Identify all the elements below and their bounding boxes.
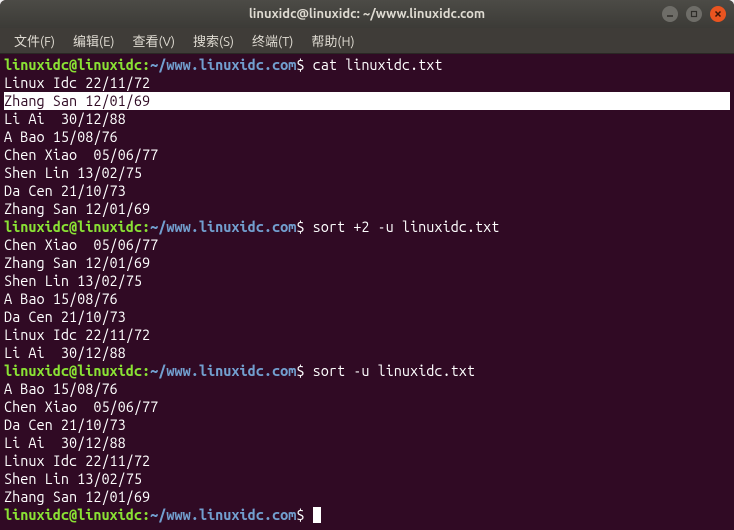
output-line: Linux Idc 22/11/72: [4, 74, 730, 92]
prompt-line-1: linuxidc@linuxidc:~/www.linuxidc.com$ ca…: [4, 56, 730, 74]
output-line: Da Cen 21/10/73: [4, 416, 730, 434]
output-line: A Bao 15/08/76: [4, 290, 730, 308]
output-line: Zhang San 12/01/69: [4, 254, 730, 272]
output-line: Li Ai 30/12/88: [4, 434, 730, 452]
close-button[interactable]: [710, 6, 726, 22]
output-line: A Bao 15/08/76: [4, 380, 730, 398]
prompt-colon: :: [142, 362, 150, 379]
prompt-line-2: linuxidc@linuxidc:~/www.linuxidc.com$ so…: [4, 218, 730, 236]
output-line: Shen Lin 13/02/75: [4, 164, 730, 182]
output-line: Chen Xiao 05/06/77: [4, 236, 730, 254]
prompt-user: linuxidc@linuxidc: [4, 218, 142, 235]
minimize-button[interactable]: [662, 6, 678, 22]
output-line: Zhang San 12/01/69: [4, 488, 730, 506]
prompt-path: ~/www.linuxidc.com: [150, 218, 296, 235]
prompt-user: linuxidc@linuxidc: [4, 56, 142, 73]
output-line: Chen Xiao 05/06/77: [4, 398, 730, 416]
output-line: Linux Idc 22/11/72: [4, 326, 730, 344]
output-line: Da Cen 21/10/73: [4, 182, 730, 200]
prompt-path: ~/www.linuxidc.com: [150, 362, 296, 379]
menu-search[interactable]: 搜索(S): [185, 29, 242, 52]
terminal-content[interactable]: linuxidc@linuxidc:~/www.linuxidc.com$ ca…: [0, 54, 734, 530]
prompt-dollar: $: [296, 506, 304, 523]
prompt-colon: :: [142, 56, 150, 73]
output-line: Da Cen 21/10/73: [4, 308, 730, 326]
prompt-colon: :: [142, 506, 150, 523]
prompt-path: ~/www.linuxidc.com: [150, 56, 296, 73]
prompt-colon: :: [142, 218, 150, 235]
selected-line: Zhang San 12/01/69: [4, 92, 730, 110]
command-2: sort +2 -u linuxidc.txt: [313, 218, 500, 235]
terminal-window: linuxidc@linuxidc: ~/www.linuxidc.com 文件…: [0, 0, 734, 530]
prompt-user: linuxidc@linuxidc: [4, 506, 142, 523]
menu-file[interactable]: 文件(F): [6, 29, 63, 52]
window-title: linuxidc@linuxidc: ~/www.linuxidc.com: [249, 7, 485, 21]
maximize-button[interactable]: [686, 6, 702, 22]
cursor: [313, 507, 321, 523]
command-1: cat linuxidc.txt: [313, 56, 443, 73]
output-line: A Bao 15/08/76: [4, 128, 730, 146]
command-3: sort -u linuxidc.txt: [313, 362, 475, 379]
titlebar[interactable]: linuxidc@linuxidc: ~/www.linuxidc.com: [0, 0, 734, 28]
output-line: Linux Idc 22/11/72: [4, 452, 730, 470]
prompt-dollar: $: [296, 218, 304, 235]
menubar: 文件(F) 编辑(E) 查看(V) 搜索(S) 终端(T) 帮助(H): [0, 28, 734, 54]
output-line: Li Ai 30/12/88: [4, 344, 730, 362]
output-line: Shen Lin 13/02/75: [4, 272, 730, 290]
menu-terminal[interactable]: 终端(T): [244, 29, 301, 52]
prompt-line-3: linuxidc@linuxidc:~/www.linuxidc.com$ so…: [4, 362, 730, 380]
menu-edit[interactable]: 编辑(E): [65, 29, 122, 52]
output-line: Chen Xiao 05/06/77: [4, 146, 730, 164]
prompt-user: linuxidc@linuxidc: [4, 362, 142, 379]
menu-view[interactable]: 查看(V): [125, 29, 183, 52]
output-line: Li Ai 30/12/88: [4, 110, 730, 128]
prompt-path: ~/www.linuxidc.com: [150, 506, 296, 523]
menu-help[interactable]: 帮助(H): [303, 29, 362, 52]
output-line: Shen Lin 13/02/75: [4, 470, 730, 488]
prompt-line-4: linuxidc@linuxidc:~/www.linuxidc.com$: [4, 506, 730, 524]
prompt-dollar: $: [296, 362, 304, 379]
output-line: Zhang San 12/01/69: [4, 200, 730, 218]
window-controls: [662, 6, 726, 22]
prompt-dollar: $: [296, 56, 304, 73]
